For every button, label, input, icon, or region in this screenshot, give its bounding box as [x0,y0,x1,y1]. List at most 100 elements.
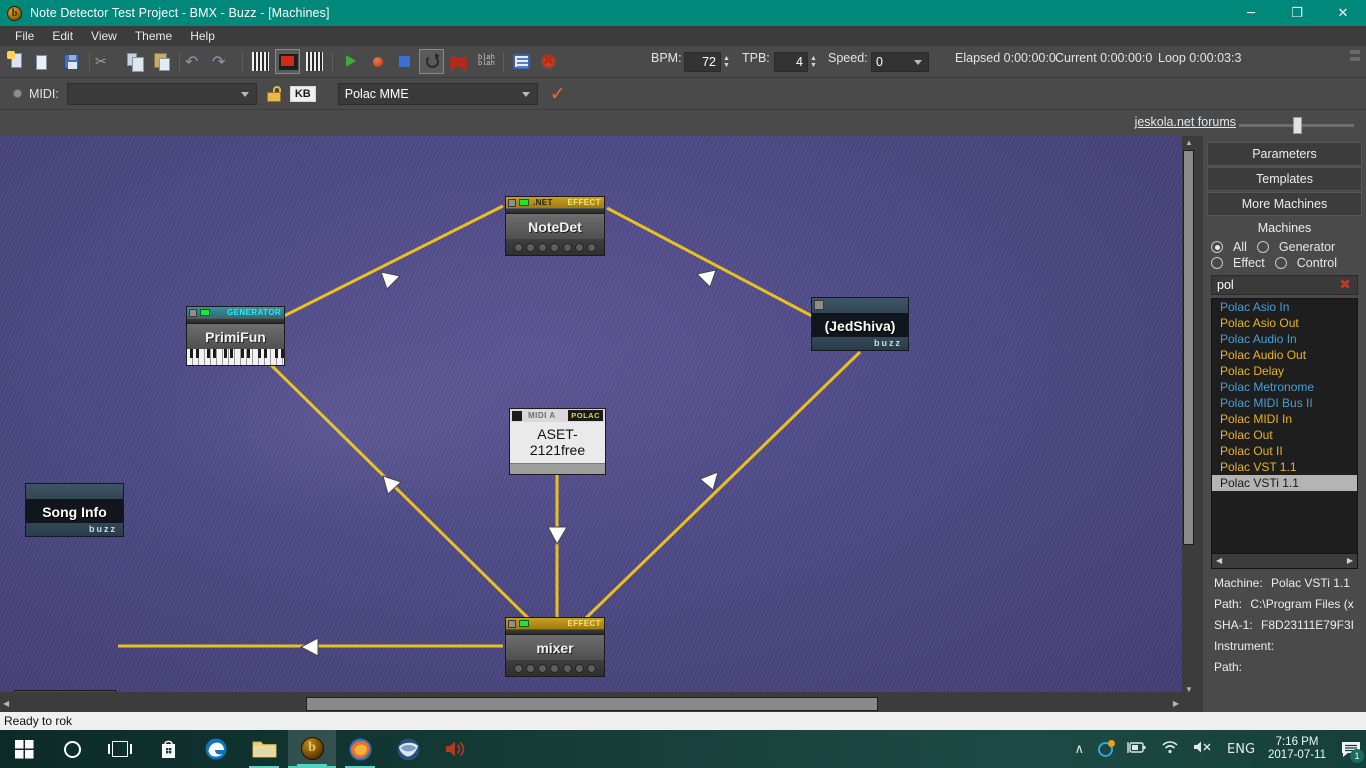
machine-view-icon[interactable] [275,49,300,74]
radio-effect[interactable] [1211,257,1223,269]
canvas-horizontal-scrollbar[interactable]: ◀ ▶ [0,696,1182,712]
machine-mute-square[interactable] [814,300,824,310]
list-item[interactable]: Polac Out [1212,427,1357,443]
machine-jedshiva[interactable]: (JedShiva) buzz [811,297,909,351]
cortana-search[interactable] [48,730,96,768]
copy-icon[interactable] [122,49,147,74]
bpm-spinner[interactable]: ▲ ▼ [721,52,732,72]
list-item[interactable]: Polac Delay [1212,363,1357,379]
panic-icon[interactable] [536,49,561,74]
cut-icon[interactable]: ✂ [95,49,120,74]
close-button[interactable]: ✕ [1320,0,1366,26]
menu-item-edit[interactable]: Edit [43,27,82,45]
machine-song-info[interactable]: Song Info buzz [25,483,124,537]
loop-icon[interactable] [419,49,444,74]
scroll-right-arrow[interactable]: ▶ [1347,556,1353,565]
tpb-stepper[interactable]: 4 ▲ ▼ [774,52,819,72]
canvas-vertical-scrollbar[interactable]: ▲ ▼ [1182,136,1196,696]
start-button[interactable] [0,730,48,768]
machine-search-input[interactable]: pol ✖ [1211,275,1358,295]
volume-app[interactable] [432,730,480,768]
machine-mute-square[interactable] [189,308,197,317]
microsoft-store[interactable] [144,730,192,768]
record-icon[interactable] [365,49,390,74]
clock[interactable]: 7:16 PM 2017-07-11 [1268,736,1326,762]
toolbar-grip[interactable] [1350,50,1360,64]
machine-canvas[interactable]: .NET EFFECT NoteDet GENERATOR PrimiFun (… [0,136,1182,692]
machine-aset-2121free[interactable]: MIDI A POLAC VST ASET-2121free [509,408,606,475]
volume-muted-icon[interactable] [1193,740,1213,758]
list-item[interactable]: Polac Audio Out [1212,347,1357,363]
list-item[interactable]: Polac Out II [1212,443,1357,459]
battery-icon[interactable] [1127,741,1147,758]
task-view[interactable] [96,730,144,768]
menu-item-help[interactable]: Help [181,27,224,45]
list-item[interactable]: Polac MIDI Bus II [1212,395,1357,411]
machine-master[interactable]: Master [14,690,116,692]
window-titlebar[interactable]: b Note Detector Test Project - BMX - Buz… [0,0,1366,26]
firefox-browser[interactable] [336,730,384,768]
checkmark-icon[interactable]: ✓ [550,83,566,105]
radio-all[interactable] [1211,241,1223,253]
open-file-icon[interactable] [32,49,57,74]
radio-control[interactable] [1274,257,1287,269]
midi-device-select[interactable] [66,82,257,105]
menu-item-theme[interactable]: Theme [126,27,181,45]
list-item[interactable]: Polac Asio Out [1212,315,1357,331]
minimize-button[interactable]: ─ [1228,0,1274,26]
unlock-icon[interactable] [266,85,281,102]
machine-mute-square[interactable] [508,619,516,628]
machine-param-dots[interactable] [506,660,604,676]
save-icon[interactable] [59,49,84,74]
templates-button[interactable]: Templates [1207,167,1362,191]
tpb-spinner[interactable]: ▲ ▼ [808,52,819,72]
maximize-button[interactable]: ❐ [1274,0,1320,26]
machine-param-dots[interactable] [506,239,604,255]
machine-mixer[interactable]: EFFECT mixer [505,617,605,677]
list-item[interactable]: Polac MIDI In [1212,411,1357,427]
parameters-button[interactable]: Parameters [1207,142,1362,166]
more-machines-button[interactable]: More Machines [1207,192,1362,216]
panel-width-slider-knob[interactable] [1293,117,1302,134]
paste-icon[interactable] [149,49,174,74]
undo-icon[interactable]: ↶ [185,49,210,74]
scroll-left-arrow[interactable]: ◀ [1216,556,1222,565]
bpm-value[interactable]: 72 [684,52,721,72]
clear-x-icon[interactable]: ✖ [1339,277,1351,293]
pattern-editor-icon[interactable] [248,49,273,74]
thunderbird-mail[interactable] [384,730,432,768]
vertical-scroll-thumb[interactable] [1183,150,1194,545]
scroll-right-arrow[interactable]: ▶ [1173,699,1179,708]
machine-keyboard[interactable] [187,349,284,365]
info-window-icon[interactable] [509,49,534,74]
list-item[interactable]: Polac Asio In [1212,299,1357,315]
machine-list[interactable]: Polac Asio In Polac Asio Out Polac Audio… [1211,298,1358,554]
machine-mute-square[interactable] [508,198,516,207]
list-item[interactable]: Polac Metronome [1212,379,1357,395]
scroll-down-arrow[interactable]: ▼ [1182,685,1196,694]
radio-generator[interactable] [1256,241,1269,253]
list-item[interactable]: Polac VST 1.1 [1212,459,1357,475]
scroll-up-arrow[interactable]: ▲ [1182,136,1196,147]
stop-icon[interactable] [392,49,417,74]
play-icon[interactable] [338,49,363,74]
sync-icon[interactable] [1098,739,1115,757]
list-item-selected[interactable]: Polac VSTi 1.1 [1212,475,1357,491]
speed-select[interactable]: 0 [871,52,929,72]
kb-toggle-button[interactable]: KB [289,85,316,102]
sequence-editor-icon[interactable] [302,49,327,74]
file-explorer[interactable] [240,730,288,768]
machine-list-hscrollbar[interactable]: ◀ ▶ [1211,554,1358,569]
horizontal-scroll-thumb[interactable] [306,697,878,711]
menu-item-file[interactable]: File [6,27,43,45]
new-file-icon[interactable] [5,49,30,74]
machine-notedet[interactable]: .NET EFFECT NoteDet [505,196,605,256]
text-list-icon[interactable]: blah blah [473,49,498,74]
menu-item-view[interactable]: View [82,27,126,45]
scroll-left-arrow[interactable]: ◀ [3,699,9,708]
machine-primifun[interactable]: GENERATOR PrimiFun [186,306,285,366]
machine-mute-square[interactable] [512,410,522,421]
language-indicator[interactable]: ENG [1227,742,1255,757]
redo-icon[interactable]: ↷ [212,49,237,74]
jeskola-forums-link[interactable]: jeskola.net forums [1135,115,1236,129]
